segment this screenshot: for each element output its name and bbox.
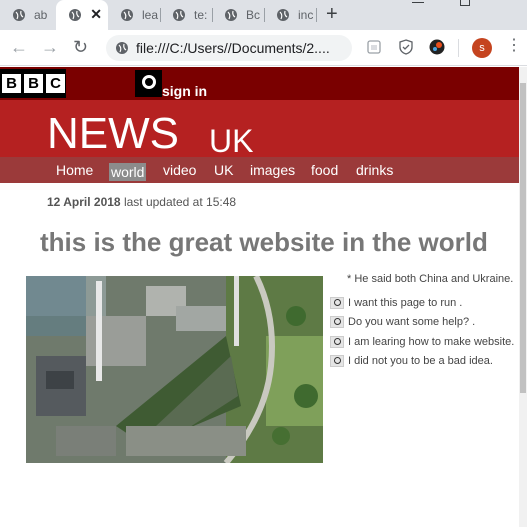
logo-letter: B: [2, 74, 21, 93]
globe-icon: [69, 9, 81, 21]
globe-icon: [13, 9, 25, 21]
new-tab-button[interactable]: +: [326, 3, 338, 25]
list-item[interactable]: I want this page to run .: [330, 293, 514, 313]
news-region: UK: [209, 123, 254, 159]
page-scrollbar[interactable]: [519, 67, 527, 527]
sign-in-link[interactable]: sign in: [162, 83, 207, 99]
tab-title: Bc: [246, 8, 261, 22]
logo-letter: B: [24, 74, 43, 93]
side-link[interactable]: Do you want some help? .: [348, 316, 475, 328]
toolbar-divider: [458, 39, 459, 57]
search-icon: [330, 335, 344, 348]
side-link[interactable]: I did not you to be a bad idea.: [348, 355, 493, 367]
profile-avatar[interactable]: s: [472, 38, 492, 58]
browser-tab[interactable]: lea: [108, 0, 160, 30]
page-viewport: B B C sign in NEWS UK Home world video U…: [0, 67, 519, 527]
last-updated: last updated at 15:48: [123, 195, 237, 209]
globe-icon: [277, 9, 289, 21]
page-headline: this is the great website in the world: [40, 227, 488, 257]
nav-home[interactable]: Home: [56, 162, 93, 178]
tab-title: te:: [194, 8, 208, 22]
globe-icon: [121, 9, 133, 21]
user-icon[interactable]: [135, 70, 162, 97]
nav-video[interactable]: video: [163, 162, 196, 178]
article-date: 12 April 2018: [47, 195, 121, 209]
tab-title: inc: [298, 8, 314, 22]
nav-food[interactable]: food: [311, 162, 338, 178]
maximize-button[interactable]: [460, 0, 470, 6]
music-extension-icon[interactable]: [429, 39, 445, 55]
tab-title: ab: [34, 8, 48, 22]
nav-images[interactable]: images: [250, 162, 295, 178]
minimize-button[interactable]: [412, 2, 424, 3]
list-item[interactable]: Do you want some help? .: [330, 313, 514, 333]
logo-letter: C: [46, 74, 65, 93]
dateline: 12 April 2018 last updated at 15:48: [47, 195, 236, 209]
list-item[interactable]: I am learing how to make website.: [330, 332, 514, 352]
tab-strip: ab ✕ lea te: Bc inc +: [0, 0, 527, 30]
nav-drinks[interactable]: drinks: [356, 162, 393, 178]
browser-toolbar: ← → ↻ file:///C:/Users//Documents/2.... …: [0, 30, 527, 66]
side-link[interactable]: I want this page to run .: [348, 297, 462, 309]
globe-icon: [116, 42, 128, 54]
browser-tab-active[interactable]: ✕: [56, 0, 108, 30]
bbc-top-bar: B B C sign in: [0, 67, 519, 100]
forward-arrow-icon[interactable]: →: [41, 37, 59, 57]
tab-title: lea: [142, 8, 159, 22]
reload-icon[interactable]: ↻: [73, 37, 88, 57]
list-item[interactable]: I did not you to be a bad idea.: [330, 352, 514, 372]
shield-icon[interactable]: [398, 39, 414, 55]
globe-icon: [173, 9, 185, 21]
nav-world[interactable]: world: [109, 163, 147, 181]
url-text: file:///C:/Users//Documents/2....: [136, 40, 330, 56]
extension-page-icon[interactable]: [366, 39, 382, 55]
browser-tab[interactable]: ab: [0, 0, 56, 30]
back-arrow-icon[interactable]: ←: [10, 37, 28, 57]
search-icon: [330, 355, 344, 368]
search-icon: [330, 296, 344, 309]
section-nav: Home world video UK images food drinks: [0, 157, 519, 183]
side-link[interactable]: I am learing how to make website.: [348, 336, 514, 348]
browser-tab[interactable]: te:: [160, 0, 212, 30]
side-quote: * He said both China and Ukraine.: [347, 273, 514, 285]
close-tab-icon[interactable]: ✕: [90, 6, 102, 23]
nav-uk[interactable]: UK: [214, 162, 233, 178]
browser-tab[interactable]: inc: [264, 0, 316, 30]
menu-kebab-icon[interactable]: ⋮: [506, 37, 522, 55]
news-banner: NEWS UK: [0, 100, 519, 159]
browser-tab[interactable]: Bc: [212, 0, 264, 30]
address-bar[interactable]: file:///C:/Users//Documents/2....: [106, 35, 352, 61]
aerial-photo: [26, 276, 323, 463]
globe-icon: [225, 9, 237, 21]
bbc-logo[interactable]: B B C: [0, 69, 66, 98]
search-icon: [330, 316, 344, 329]
tab-separator: [316, 8, 317, 22]
news-title: NEWS: [47, 109, 179, 158]
side-link-list: I want this page to run . Do you want so…: [330, 293, 514, 371]
scrollbar-thumb[interactable]: [520, 83, 526, 393]
